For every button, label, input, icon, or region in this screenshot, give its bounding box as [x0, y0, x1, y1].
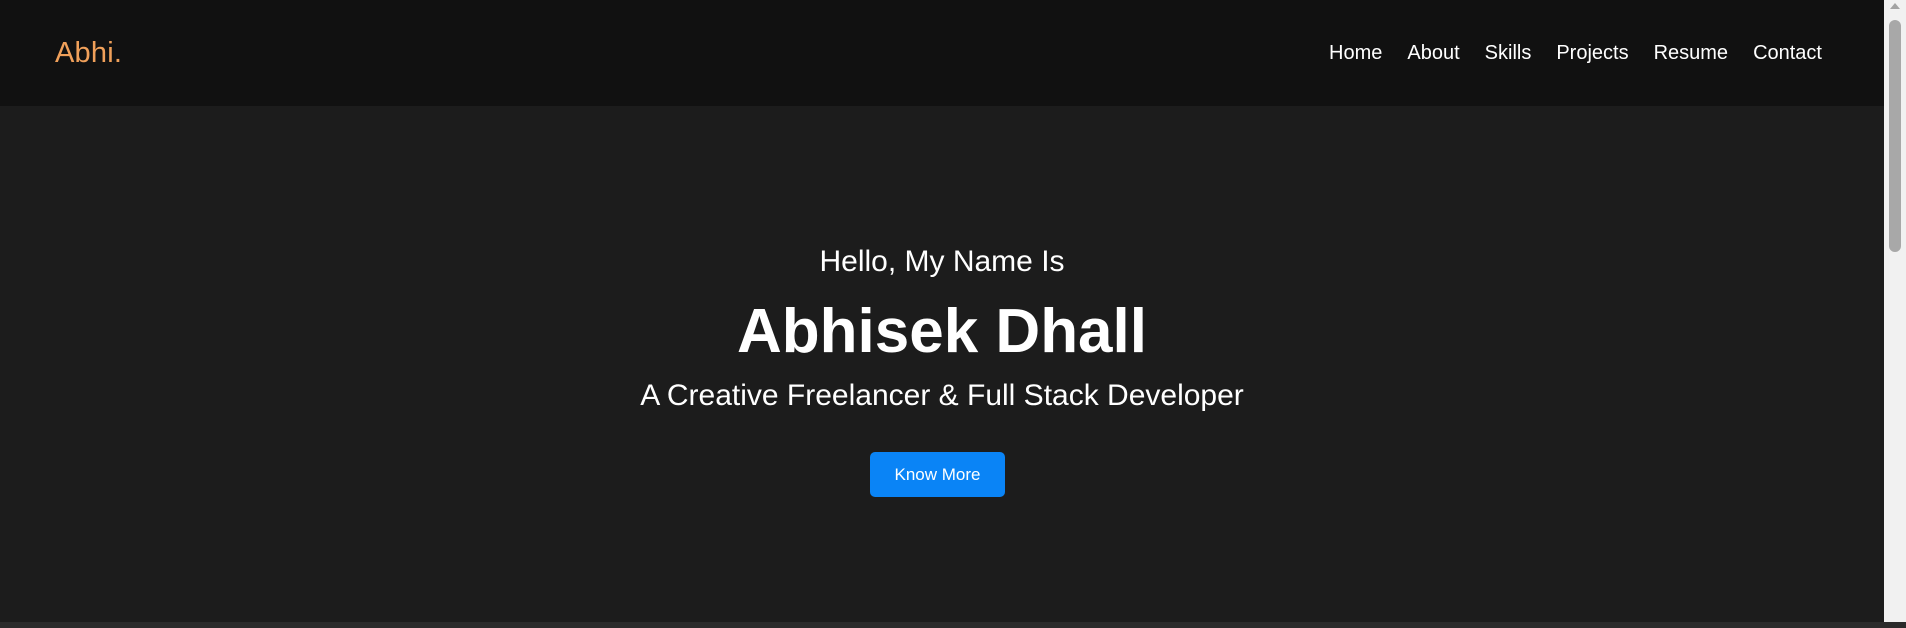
nav-link-resume[interactable]: Resume — [1654, 42, 1728, 65]
nav-link-projects[interactable]: Projects — [1556, 42, 1628, 65]
navbar: Abhi. Home About Skills Projects Resume … — [0, 0, 1884, 106]
hero-name: Abhisek Dhall — [737, 297, 1147, 366]
hero-tagline: A Creative Freelancer & Full Stack Devel… — [640, 379, 1244, 412]
page: Abhi. Home About Skills Projects Resume … — [0, 0, 1906, 628]
nav-link-about[interactable]: About — [1407, 42, 1459, 65]
vertical-scrollbar[interactable] — [1884, 0, 1906, 622]
scrollbar-thumb[interactable] — [1889, 20, 1901, 252]
hero-greeting: Hello, My Name Is — [819, 245, 1065, 278]
scroll-up-arrow-icon[interactable] — [1890, 3, 1900, 9]
hero-section: Hello, My Name Is Abhisek Dhall A Creati… — [0, 106, 1884, 622]
nav-link-home[interactable]: Home — [1329, 42, 1382, 65]
nav-link-contact[interactable]: Contact — [1753, 42, 1822, 65]
nav-link-skills[interactable]: Skills — [1485, 42, 1532, 65]
know-more-button[interactable]: Know More — [870, 452, 1005, 497]
brand-logo[interactable]: Abhi. — [55, 37, 122, 70]
nav-links: Home About Skills Projects Resume Contac… — [1304, 42, 1822, 65]
horizontal-scrollbar-strip — [0, 622, 1906, 628]
